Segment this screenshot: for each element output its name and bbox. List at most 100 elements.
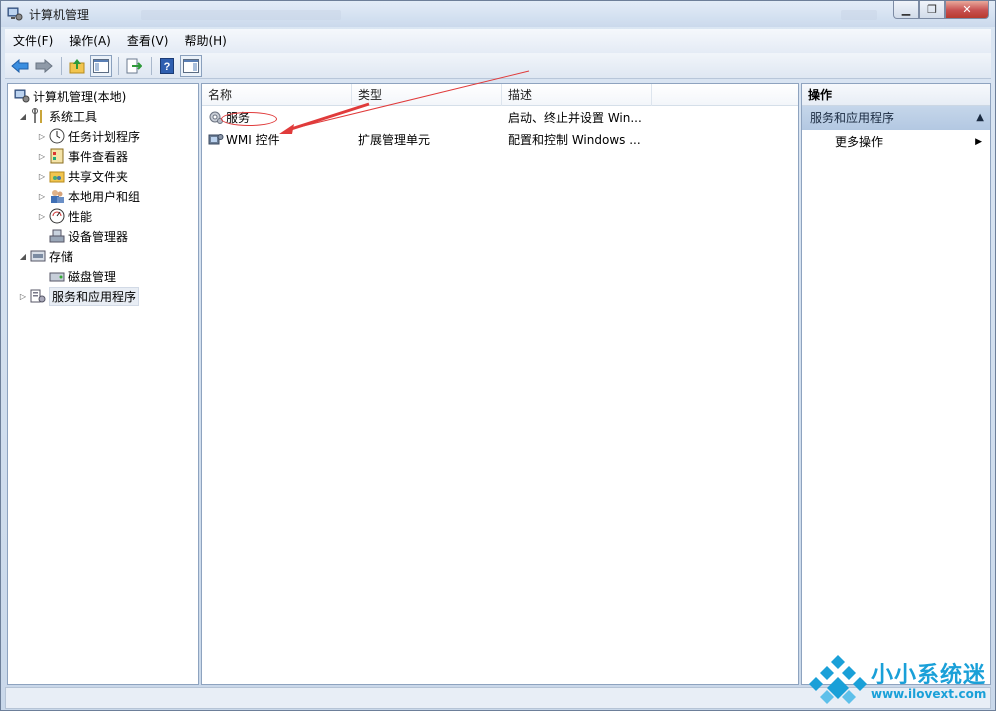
list-item-name: WMI 控件 xyxy=(226,132,280,147)
tree-item-device-manager[interactable]: 设备管理器 xyxy=(8,226,198,246)
tree-item-event-viewer[interactable]: ▷ 事件查看器 xyxy=(8,146,198,166)
window-controls: ▁ ❐ ✕ xyxy=(893,1,989,19)
menu-help[interactable]: 帮助(H) xyxy=(176,29,234,53)
column-header-type[interactable]: 类型 xyxy=(352,84,502,106)
storage-icon xyxy=(30,248,46,264)
collapsed-arrow-icon[interactable]: ▷ xyxy=(37,172,47,181)
computer-management-icon xyxy=(14,88,30,104)
tree-item-performance[interactable]: ▷ 性能 xyxy=(8,206,198,226)
submenu-arrow-icon: ▶ xyxy=(975,137,982,147)
title-blur xyxy=(141,10,341,20)
computer-management-icon xyxy=(7,6,23,22)
maximize-button[interactable]: ❐ xyxy=(919,1,945,19)
watermark-url: www.ilovext.com xyxy=(871,687,987,701)
list-header: 名称 类型 描述 xyxy=(202,84,798,106)
expanded-arrow-icon[interactable]: ◢ xyxy=(18,112,28,121)
list-item-wmi[interactable]: WMI 控件 扩展管理单元 配置和控制 Windows ... xyxy=(202,128,798,150)
services-apps-icon xyxy=(30,288,46,304)
tree-root-label: 计算机管理(本地) xyxy=(33,89,127,104)
show-hide-tree-icon xyxy=(93,58,109,73)
forward-arrow-icon xyxy=(35,58,53,73)
annotation-ellipse xyxy=(221,112,277,126)
tools-icon xyxy=(30,108,46,124)
more-actions-item[interactable]: 更多操作 ▶ xyxy=(802,130,990,154)
disk-icon xyxy=(49,268,65,284)
computer-management-window: 计算机管理 ▁ ❐ ✕ 文件(F) 操作(A) 查看(V) 帮助(H) ? 计算… xyxy=(0,0,996,711)
list-item-type: 扩展管理单元 xyxy=(358,132,431,147)
actions-pane: 操作 服务和应用程序 ▲ 更多操作 ▶ xyxy=(801,83,991,685)
device-manager-icon xyxy=(49,228,65,244)
collapsed-arrow-icon[interactable]: ▷ xyxy=(37,212,47,221)
toolbar-separator xyxy=(151,56,152,75)
tree-item-disk-management[interactable]: 磁盘管理 xyxy=(8,266,198,286)
tree-item-label: 存储 xyxy=(49,249,74,264)
console-tree: 计算机管理(本地) ◢ 系统工具 ▷ 任务计划程序 ▷ 事件查看器 ▷ 共享文件 xyxy=(8,84,198,306)
tree-item-label: 本地用户和组 xyxy=(68,189,141,204)
menu-view[interactable]: 查看(V) xyxy=(119,29,177,53)
actions-group-label: 服务和应用程序 xyxy=(810,111,895,125)
column-header-name[interactable]: 名称 xyxy=(202,84,352,106)
toolbar-separator xyxy=(118,56,119,75)
list-item-description: 启动、终止并设置 Win... xyxy=(508,110,642,125)
list-item-services[interactable]: 服务 启动、终止并设置 Win... xyxy=(202,106,798,128)
tree-item-shared-folders[interactable]: ▷ 共享文件夹 xyxy=(8,166,198,186)
forward-button[interactable] xyxy=(33,55,55,77)
event-viewer-icon xyxy=(49,148,65,164)
tree-root[interactable]: 计算机管理(本地) xyxy=(8,86,198,106)
actions-group-services-apps[interactable]: 服务和应用程序 ▲ xyxy=(802,106,990,130)
minimize-icon: ▁ xyxy=(901,3,911,16)
title-bar[interactable]: 计算机管理 ▁ ❐ ✕ xyxy=(1,1,995,27)
export-list-button[interactable] xyxy=(123,55,145,77)
export-list-icon xyxy=(126,58,142,73)
collapse-caret-icon[interactable]: ▲ xyxy=(976,106,984,130)
tree-item-label: 任务计划程序 xyxy=(68,129,141,144)
close-icon: ✕ xyxy=(962,3,972,16)
tree-item-label: 事件查看器 xyxy=(68,149,129,164)
menu-bar: 文件(F) 操作(A) 查看(V) 帮助(H) xyxy=(5,29,991,53)
minimize-button[interactable]: ▁ xyxy=(893,1,919,19)
column-header-description[interactable]: 描述 xyxy=(502,84,652,106)
back-button[interactable] xyxy=(9,55,31,77)
show-hide-action-pane-button[interactable] xyxy=(180,54,202,77)
up-one-level-button[interactable] xyxy=(66,55,88,77)
collapsed-arrow-icon[interactable]: ▷ xyxy=(18,292,28,301)
tree-item-label: 设备管理器 xyxy=(68,229,129,244)
tree-item-label: 服务和应用程序 xyxy=(49,286,140,306)
tree-item-task-scheduler[interactable]: ▷ 任务计划程序 xyxy=(8,126,198,146)
tree-item-label: 共享文件夹 xyxy=(68,169,129,184)
collapsed-arrow-icon[interactable]: ▷ xyxy=(37,132,47,141)
expanded-arrow-icon[interactable]: ◢ xyxy=(18,252,28,261)
menu-action[interactable]: 操作(A) xyxy=(61,29,119,53)
toolbar: ? xyxy=(5,53,991,79)
close-button[interactable]: ✕ xyxy=(945,1,989,19)
restore-icon: ❐ xyxy=(927,3,937,16)
more-actions-label: 更多操作 xyxy=(835,135,884,149)
tree-item-label: 性能 xyxy=(68,209,93,224)
results-pane[interactable]: 名称 类型 描述 服务 启动、终止并设置 Win... WMI 控件 扩展管理单… xyxy=(201,83,799,685)
help-button[interactable]: ? xyxy=(156,55,178,77)
watermark-title: 小小系统迷 xyxy=(871,663,987,688)
collapsed-arrow-icon[interactable]: ▷ xyxy=(37,152,47,161)
show-hide-action-pane-icon xyxy=(183,58,199,73)
watermark: 小小系统迷 www.ilovext.com xyxy=(809,653,991,709)
menu-file[interactable]: 文件(F) xyxy=(5,29,61,53)
title-blur-right xyxy=(841,10,877,20)
console-tree-pane[interactable]: 计算机管理(本地) ◢ 系统工具 ▷ 任务计划程序 ▷ 事件查看器 ▷ 共享文件 xyxy=(7,83,199,685)
tree-item-label: 磁盘管理 xyxy=(68,269,117,284)
list-item-description: 配置和控制 Windows ... xyxy=(508,132,641,147)
toolbar-separator xyxy=(61,56,62,75)
wmi-icon xyxy=(208,131,224,147)
svg-text:?: ? xyxy=(164,61,171,73)
watermark-logo-icon xyxy=(809,655,867,704)
tree-item-local-users[interactable]: ▷ 本地用户和组 xyxy=(8,186,198,206)
users-icon xyxy=(49,188,65,204)
tree-item-storage[interactable]: ◢ 存储 xyxy=(8,246,198,266)
back-arrow-icon xyxy=(11,58,29,73)
show-hide-tree-button[interactable] xyxy=(90,54,112,77)
shared-folder-icon xyxy=(49,168,65,184)
collapsed-arrow-icon[interactable]: ▷ xyxy=(37,192,47,201)
tree-item-services-apps[interactable]: ▷ 服务和应用程序 xyxy=(8,286,198,306)
tree-item-label: 系统工具 xyxy=(49,109,98,124)
clock-icon xyxy=(49,128,65,144)
tree-item-system-tools[interactable]: ◢ 系统工具 xyxy=(8,106,198,126)
